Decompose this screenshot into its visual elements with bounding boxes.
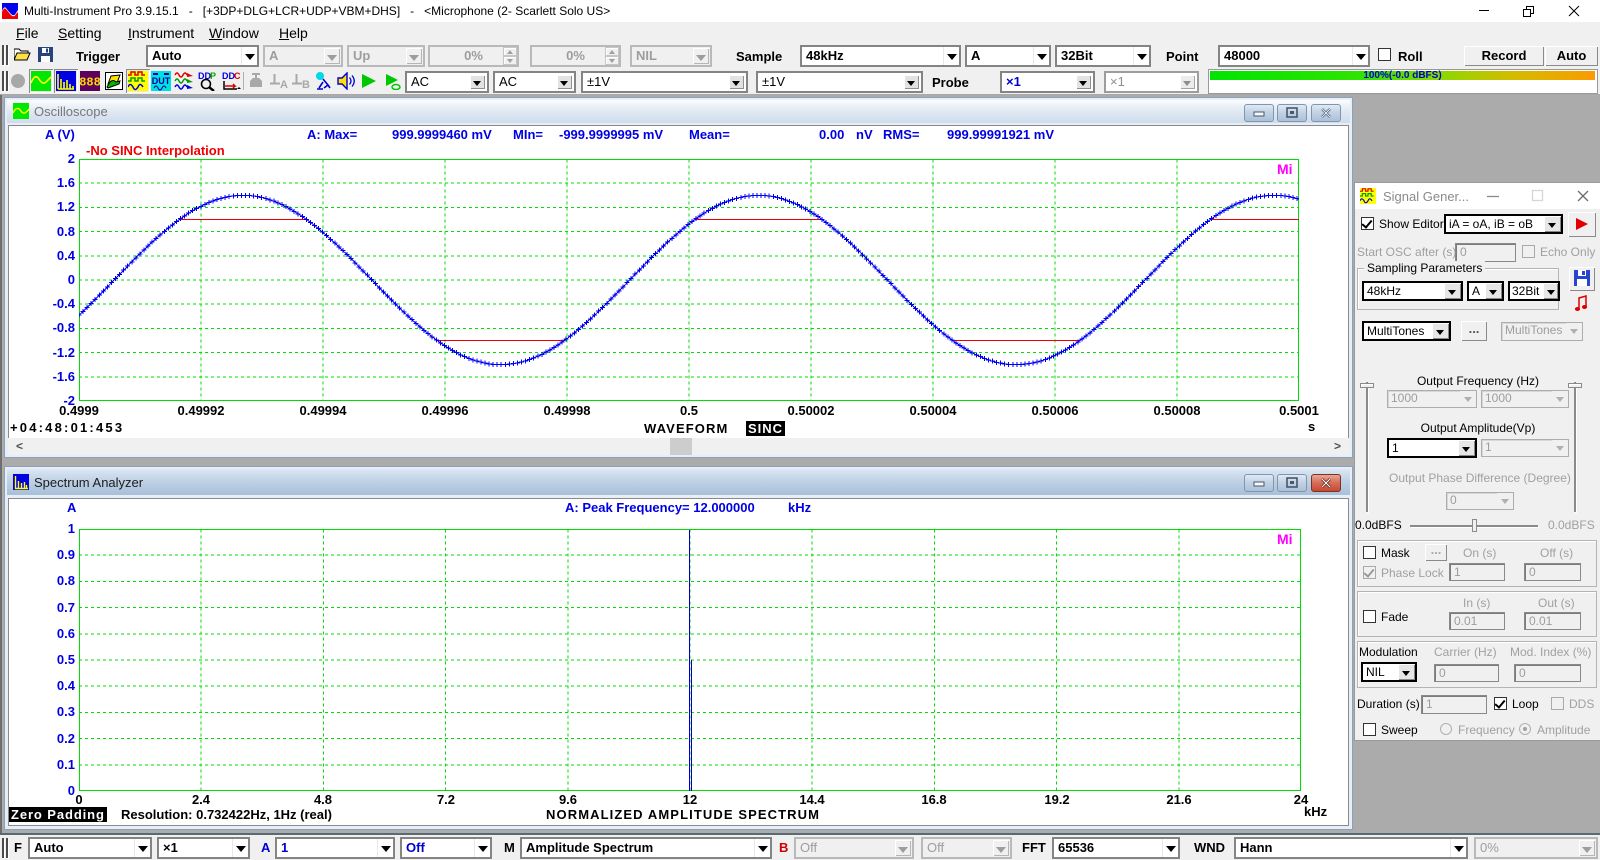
- svg-text:A: A: [280, 79, 288, 89]
- svg-text:C: C: [234, 71, 241, 81]
- svg-text:P: P: [210, 71, 216, 81]
- svg-text:B: B: [302, 79, 310, 89]
- svg-text:DUT: DUT: [152, 76, 171, 86]
- svg-text:888: 888: [80, 76, 100, 90]
